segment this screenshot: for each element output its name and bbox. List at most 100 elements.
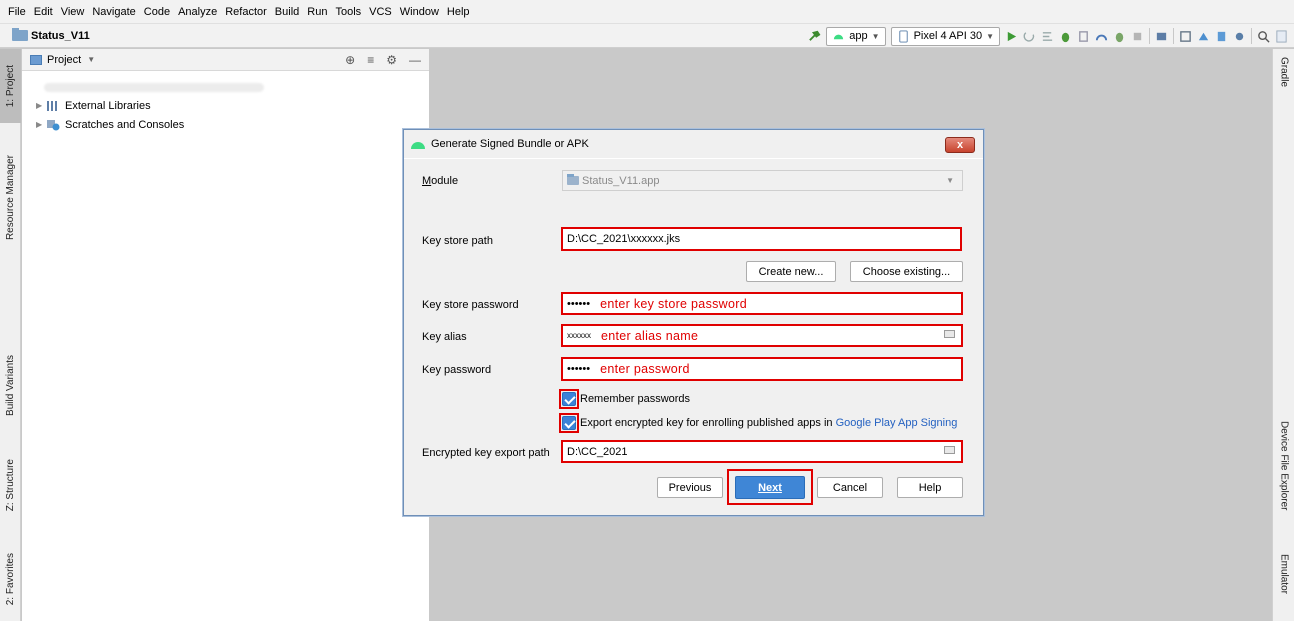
locate-icon[interactable]: ⊕: [345, 53, 355, 67]
scratches-icon: [47, 119, 60, 130]
debug-icon[interactable]: [1059, 30, 1072, 43]
create-new-label: Create new...: [758, 265, 824, 278]
run-config-select[interactable]: app ▼: [826, 26, 886, 46]
tree-item-scratches[interactable]: ▶ Scratches and Consoles: [36, 115, 184, 134]
tab-device-file-explorer[interactable]: Device File Explorer: [1273, 421, 1294, 541]
menu-navigate[interactable]: Navigate: [88, 6, 139, 18]
tab-resource-manager-label: Resource Manager: [5, 155, 16, 241]
tab-project[interactable]: 1: Project: [0, 49, 21, 123]
export-key-label: Export encrypted key for enrolling publi…: [580, 417, 957, 429]
help-button[interactable]: Help: [897, 477, 963, 498]
redacted-item: [44, 83, 264, 92]
menu-tools[interactable]: Tools: [331, 6, 365, 18]
profile-icon[interactable]: [1095, 30, 1108, 43]
key-password-label: Key password: [422, 364, 492, 376]
folder-icon[interactable]: [944, 330, 955, 338]
tab-device-file-explorer-label: Device File Explorer: [1278, 421, 1290, 511]
project-view-icon: [30, 54, 42, 65]
menu-refactor[interactable]: Refactor: [221, 6, 271, 18]
hammer-icon[interactable]: [808, 30, 821, 43]
expand-arrow-icon[interactable]: ▶: [36, 101, 46, 110]
key-store-path-field[interactable]: D:\CC_2021\xxxxxx.jks: [561, 227, 962, 251]
tab-favorites-label: 2: Favorites: [5, 552, 16, 606]
user-icon[interactable]: [1275, 29, 1288, 43]
chevron-down-icon: ▼: [986, 31, 994, 41]
create-new-button[interactable]: Create new...: [746, 261, 836, 282]
menu-vcs[interactable]: VCS: [365, 6, 396, 18]
menu-code[interactable]: Code: [140, 6, 174, 18]
chevron-down-icon: ▼: [946, 176, 954, 185]
export-key-checkbox[interactable]: [562, 416, 576, 430]
export-path-field[interactable]: D:\CC_2021: [561, 440, 963, 463]
key-store-password-field[interactable]: •••••• enter key store password: [561, 292, 963, 315]
menu-help[interactable]: Help: [443, 6, 474, 18]
project-structure-icon[interactable]: [1233, 30, 1246, 43]
password-mask: ••••••: [567, 363, 591, 375]
project-view-select[interactable]: Project: [47, 54, 81, 66]
attach-debugger-icon[interactable]: [1113, 30, 1126, 43]
cancel-button[interactable]: Cancel: [817, 477, 883, 498]
tab-gradle-label: Gradle: [1278, 57, 1290, 88]
device-label: Pixel 4 API 30: [913, 30, 983, 42]
collapse-icon[interactable]: ≡: [367, 53, 374, 67]
folder-icon[interactable]: [944, 446, 955, 454]
android-icon: [411, 142, 425, 149]
remember-passwords-label: Remember passwords: [580, 393, 691, 405]
project-panel: Project ▼ ⊕ ≡ ⚙ — ▶ External Libraries ▶…: [22, 49, 429, 621]
tab-resource-manager[interactable]: Resource Manager: [0, 135, 21, 261]
tab-gradle[interactable]: Gradle: [1273, 57, 1294, 117]
close-button[interactable]: x: [945, 137, 975, 153]
menu-build[interactable]: Build: [271, 6, 303, 18]
menu-run[interactable]: Run: [303, 6, 331, 18]
menu-view[interactable]: View: [57, 6, 89, 18]
folder-icon: [12, 28, 28, 41]
expand-arrow-icon[interactable]: ▶: [36, 120, 46, 129]
hide-icon[interactable]: —: [409, 53, 421, 67]
apply-changes-icon[interactable]: [1023, 30, 1036, 43]
project-panel-header: Project ▼ ⊕ ≡ ⚙ —: [22, 49, 429, 71]
tab-favorites[interactable]: 2: Favorites: [0, 539, 21, 619]
choose-existing-button[interactable]: Choose existing...: [850, 261, 963, 282]
device-select[interactable]: Pixel 4 API 30 ▼: [890, 26, 1000, 46]
gear-icon[interactable]: ⚙: [386, 53, 397, 67]
previous-button[interactable]: Previous: [657, 477, 723, 498]
tab-emulator[interactable]: Emulator: [1273, 554, 1294, 614]
remember-passwords-checkbox[interactable]: [562, 392, 576, 406]
menu-edit[interactable]: Edit: [30, 6, 57, 18]
key-alias-field[interactable]: xxxxxx enter alias name: [561, 324, 963, 347]
password-mask: ••••••: [567, 297, 591, 310]
menu-analyze[interactable]: Analyze: [174, 6, 221, 18]
key-password-field[interactable]: •••••• enter password: [561, 357, 963, 381]
layout-inspector-icon[interactable]: [1215, 30, 1228, 43]
dialog-title-bar: Generate Signed Bundle or APK x: [404, 130, 983, 158]
chevron-down-icon: ▼: [871, 31, 880, 41]
project-panel-tools: ⊕ ≡ ⚙ —: [345, 53, 421, 67]
toolbar-divider: [1251, 28, 1252, 44]
module-select[interactable]: Status_V11.app ▼: [562, 170, 963, 191]
menu-file[interactable]: File: [4, 6, 30, 18]
sync-project-icon[interactable]: [1155, 30, 1168, 43]
project-name: Status_V11: [31, 29, 90, 42]
avd-manager-icon[interactable]: [1179, 30, 1192, 43]
sdk-manager-icon[interactable]: [1197, 30, 1210, 43]
tab-structure[interactable]: Z: Structure: [0, 445, 21, 525]
tab-emulator-label: Emulator: [1278, 554, 1290, 595]
coverage-icon[interactable]: [1077, 30, 1090, 43]
google-play-app-signing-link[interactable]: Google Play App Signing: [836, 417, 958, 429]
tab-build-variants[interactable]: Build Variants: [0, 339, 21, 431]
breadcrumb[interactable]: Status_V11: [0, 28, 90, 42]
tree-item-label: External Libraries: [65, 99, 151, 112]
chevron-down-icon[interactable]: ▼: [87, 55, 95, 64]
next-button[interactable]: Next: [735, 476, 805, 499]
key-store-path-value: D:\CC_2021\xxxxxx.jks: [567, 233, 681, 245]
stop-icon[interactable]: [1131, 30, 1144, 43]
library-icon: [47, 100, 57, 111]
search-icon[interactable]: [1257, 30, 1270, 43]
apply-code-changes-icon[interactable]: [1041, 30, 1054, 43]
tree-item-external-libraries[interactable]: ▶ External Libraries: [36, 96, 184, 115]
key-password-hint: enter password: [600, 362, 690, 376]
run-icon[interactable]: [1005, 30, 1018, 43]
generate-signed-apk-dialog: Generate Signed Bundle or APK x Module S…: [403, 129, 984, 516]
menu-window[interactable]: Window: [396, 6, 443, 18]
previous-label: Previous: [668, 481, 712, 494]
